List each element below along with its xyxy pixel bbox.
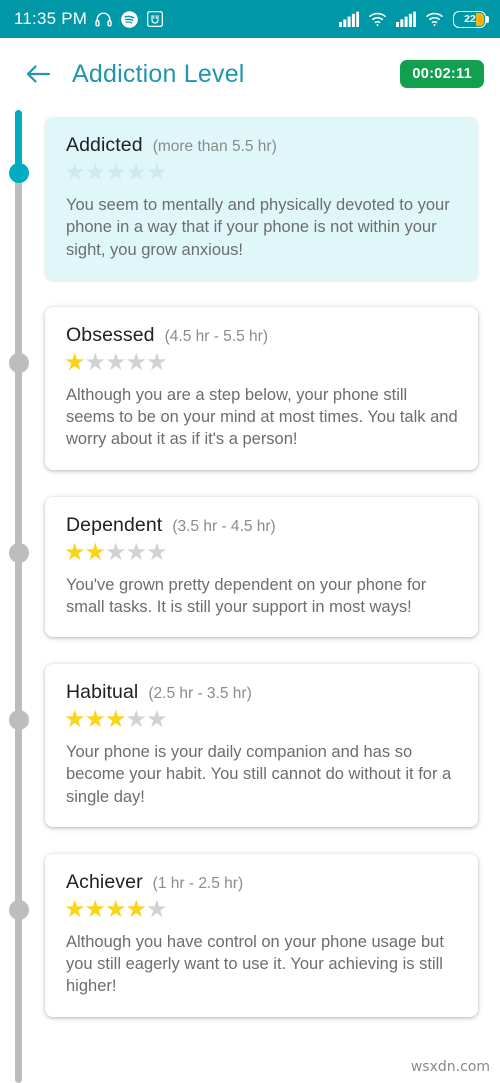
star-empty-icon: ★ <box>146 159 167 186</box>
watermark: wsxdn.com <box>410 1059 490 1075</box>
levels-list: Addicted (more than 5.5 hr) ★ ★ ★ ★ ★ You seem … <box>0 110 500 1044</box>
star-empty-icon: ★ <box>64 159 85 186</box>
star-empty-icon: ★ <box>125 348 147 376</box>
star-filled-icon: ★ <box>84 895 106 923</box>
level-title: Habitual <box>66 681 139 704</box>
level-title: Addicted <box>66 134 143 156</box>
level-card-habitual[interactable]: Habitual (2.5 hr - 3.5 hr) ★ ★ ★ ★ ★ Your phone… <box>45 664 478 827</box>
level-card-header: Addicted (more than 5.5 hr) <box>66 134 459 157</box>
app-badge-icon <box>147 11 164 27</box>
level-card-header: Habitual (2.5 hr - 3.5 hr) <box>66 681 459 704</box>
session-timer-badge[interactable]: 00:02:11 <box>400 60 484 88</box>
star-empty-icon: ★ <box>84 159 106 186</box>
level-rating-stars[interactable]: ★ ★ ★ ★ ★ <box>64 538 459 566</box>
level-range: (more than 5.5 hr) <box>152 138 277 155</box>
battery-fill <box>476 12 484 26</box>
wifi-2-icon <box>426 12 443 27</box>
battery-nub <box>485 16 489 23</box>
status-bar-clock: 11:35 PM <box>14 9 88 28</box>
level-card-header: Dependent (3.5 hr - 4.5 hr) <box>66 514 459 537</box>
level-range: (1 hr - 2.5 hr) <box>152 874 244 892</box>
level-card-obsessed[interactable]: Obsessed (4.5 hr - 5.5 hr) ★ ★ ★ ★ ★ Although y… <box>45 306 478 470</box>
star-filled-icon: ★ <box>64 538 85 566</box>
star-empty-icon: ★ <box>125 159 147 186</box>
phone-screen: 11:35 PM 22 Addiction Level 00:02:11 Add… <box>0 0 500 1083</box>
level-rating-stars[interactable]: ★ ★ ★ ★ ★ <box>64 895 459 923</box>
back-button[interactable] <box>16 52 60 96</box>
level-description: Your phone is your daily companion and h… <box>66 743 452 806</box>
headphones-icon <box>95 11 112 27</box>
back-arrow-icon <box>26 65 51 83</box>
battery-percent-label: 22 <box>464 12 476 25</box>
star-empty-icon: ★ <box>105 538 126 566</box>
star-filled-icon: ★ <box>64 706 85 734</box>
star-empty-icon: ★ <box>105 159 126 186</box>
star-empty-icon: ★ <box>84 348 106 376</box>
star-filled-icon: ★ <box>105 895 126 923</box>
level-description: You seem to mentally and physically devo… <box>66 196 450 259</box>
level-card-header: Obsessed (4.5 hr - 5.5 hr) <box>66 324 459 347</box>
level-description: Although you have control on your phone … <box>66 932 444 996</box>
level-title: Achiever <box>66 870 143 893</box>
level-card-addicted[interactable]: Addicted (more than 5.5 hr) ★ ★ ★ ★ ★ You seem … <box>45 117 478 280</box>
app-bar: Addiction Level 00:02:11 <box>0 38 500 110</box>
star-empty-icon: ★ <box>146 348 167 376</box>
level-title: Obsessed <box>66 323 155 346</box>
star-filled-icon: ★ <box>64 895 85 923</box>
star-filled-icon: ★ <box>125 895 147 923</box>
level-range: (4.5 hr - 5.5 hr) <box>164 327 268 345</box>
star-empty-icon: ★ <box>125 538 147 566</box>
level-rating-stars[interactable]: ★ ★ ★ ★ ★ <box>64 161 459 185</box>
star-filled-icon: ★ <box>105 706 126 734</box>
level-card-achiever[interactable]: Achiever (1 hr - 2.5 hr) ★ ★ ★ ★ ★ Although you… <box>45 853 478 1017</box>
star-empty-icon: ★ <box>146 895 167 923</box>
star-filled-icon: ★ <box>84 538 106 566</box>
signal-bars-icon <box>339 11 359 27</box>
status-bar: 11:35 PM 22 <box>0 0 500 38</box>
level-range: (2.5 hr - 3.5 hr) <box>148 685 252 703</box>
star-filled-icon: ★ <box>64 348 85 376</box>
page-title: Addiction Level <box>72 59 245 88</box>
star-empty-icon: ★ <box>146 706 167 734</box>
signal-bars-2-icon <box>396 11 416 27</box>
star-empty-icon: ★ <box>105 348 126 376</box>
level-card-header: Achiever (1 hr - 2.5 hr) <box>66 871 459 894</box>
level-description: Although you are a step below, your phon… <box>66 385 458 449</box>
status-bar-right: 22 <box>339 10 489 28</box>
level-description: You've grown pretty dependent on your ph… <box>66 575 427 616</box>
level-range: (3.5 hr - 4.5 hr) <box>172 517 276 535</box>
level-title: Dependent <box>66 513 163 536</box>
level-rating-stars[interactable]: ★ ★ ★ ★ ★ <box>64 708 459 732</box>
star-empty-icon: ★ <box>125 706 147 734</box>
spotify-icon <box>121 10 138 28</box>
star-empty-icon: ★ <box>146 538 167 566</box>
wifi-icon <box>369 12 386 27</box>
level-rating-stars[interactable]: ★ ★ ★ ★ ★ <box>64 348 459 376</box>
levels-scroll-area[interactable]: Addicted (more than 5.5 hr) ★ ★ ★ ★ ★ You seem … <box>0 110 500 1083</box>
star-filled-icon: ★ <box>84 706 106 734</box>
status-bar-left: 11:35 PM <box>14 9 164 29</box>
level-card-dependent[interactable]: Dependent (3.5 hr - 4.5 hr) ★ ★ ★ ★ ★ You've gr… <box>45 496 478 638</box>
battery-icon: 22 <box>453 10 489 28</box>
